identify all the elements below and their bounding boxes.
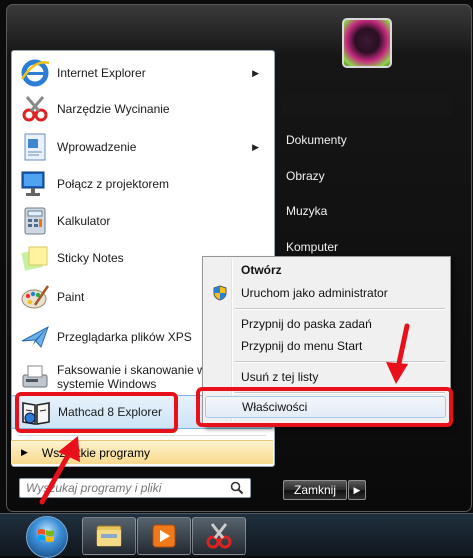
ctx-item-pin-start[interactable]: Przypnij do menu Start <box>205 336 446 356</box>
folder-icon <box>96 525 122 547</box>
taskbar-media-player-button[interactable] <box>137 517 191 555</box>
program-label: Narzędzie Wycinanie <box>57 102 170 116</box>
submenu-arrow-icon: ▶ <box>252 141 259 152</box>
program-label: Sticky Notes <box>57 251 124 265</box>
search-placeholder: Wyszukaj programy i pliki <box>26 481 162 495</box>
program-label: Wprowadzenie <box>57 140 137 154</box>
program-label: Przeglądarka plików XPS <box>57 330 192 344</box>
ctx-separator <box>235 308 445 310</box>
program-item-snipping-tool[interactable]: Narzędzie Wycinanie <box>11 91 273 127</box>
search-icon[interactable] <box>230 481 244 495</box>
ctx-item-label: Uruchom jako administrator <box>241 286 388 300</box>
getting-started-icon <box>24 133 46 161</box>
right-link-pictures[interactable]: Obrazy <box>286 169 325 183</box>
program-label-multiline: Faksowanie i skanowanie w systemie Windo… <box>57 363 206 391</box>
user-picture[interactable] <box>342 18 392 68</box>
program-item-calculator[interactable]: Kalkulator <box>11 203 273 239</box>
expand-arrow-icon: ▶ <box>21 447 28 457</box>
uac-shield-icon <box>213 285 227 301</box>
program-item-getting-started[interactable]: Wprowadzenie ▶ <box>11 129 273 165</box>
user-name-bar <box>282 92 452 116</box>
xps-viewer-icon <box>21 325 49 348</box>
ctx-item-open[interactable]: Otwórz <box>205 260 446 280</box>
program-label: Połącz z projektorem <box>57 177 170 191</box>
all-programs-button[interactable]: ▶ Wszystkie programy <box>11 440 273 464</box>
program-label: Paint <box>57 290 85 304</box>
shutdown-group: Zamknij ▶ <box>283 480 366 500</box>
snipping-tool-icon <box>206 523 232 549</box>
divider <box>18 435 266 436</box>
program-label: Internet Explorer <box>57 66 146 80</box>
shutdown-button[interactable]: Zamknij <box>283 480 347 500</box>
all-programs-label: Wszystkie programy <box>41 445 150 460</box>
shutdown-options-arrow-icon[interactable]: ▶ <box>348 480 366 500</box>
internet-explorer-icon <box>20 59 50 87</box>
taskbar-explorer-button[interactable] <box>82 517 136 555</box>
calculator-icon <box>24 207 46 235</box>
media-player-icon <box>152 524 176 548</box>
annotation-box-mathcad <box>15 392 178 433</box>
program-label: Kalkulator <box>57 214 111 228</box>
right-link-computer[interactable]: Komputer <box>286 240 338 254</box>
program-label-line2: systemie Windows <box>57 377 157 391</box>
program-item-projector[interactable]: Połącz z projektorem <box>11 166 273 202</box>
snipping-tool-icon <box>22 96 48 122</box>
submenu-arrow-icon: ▶ <box>252 67 259 78</box>
ctx-item-run-as-admin[interactable]: Uruchom jako administrator <box>205 283 446 303</box>
right-link-music[interactable]: Muzyka <box>286 204 327 218</box>
right-link-documents[interactable]: Dokumenty <box>286 133 347 147</box>
sticky-notes-icon <box>21 246 48 271</box>
program-item-internet-explorer[interactable]: Internet Explorer ▶ <box>11 55 273 91</box>
search-box[interactable]: Wyszukaj programy i pliki <box>19 478 251 498</box>
windows-logo-icon <box>38 529 54 542</box>
paint-icon <box>21 285 50 309</box>
taskbar-snipping-tool-button[interactable] <box>192 517 246 555</box>
projector-icon <box>21 171 45 196</box>
ctx-item-pin-taskbar[interactable]: Przypnij do paska zadań <box>205 314 446 334</box>
fax-scan-icon <box>22 365 48 388</box>
ctx-separator <box>235 361 445 363</box>
program-label-line1: Faksowanie i skanowanie w <box>57 363 206 377</box>
ctx-item-remove-from-list[interactable]: Usuń z tej listy <box>205 367 446 387</box>
annotation-box-properties <box>196 387 453 427</box>
